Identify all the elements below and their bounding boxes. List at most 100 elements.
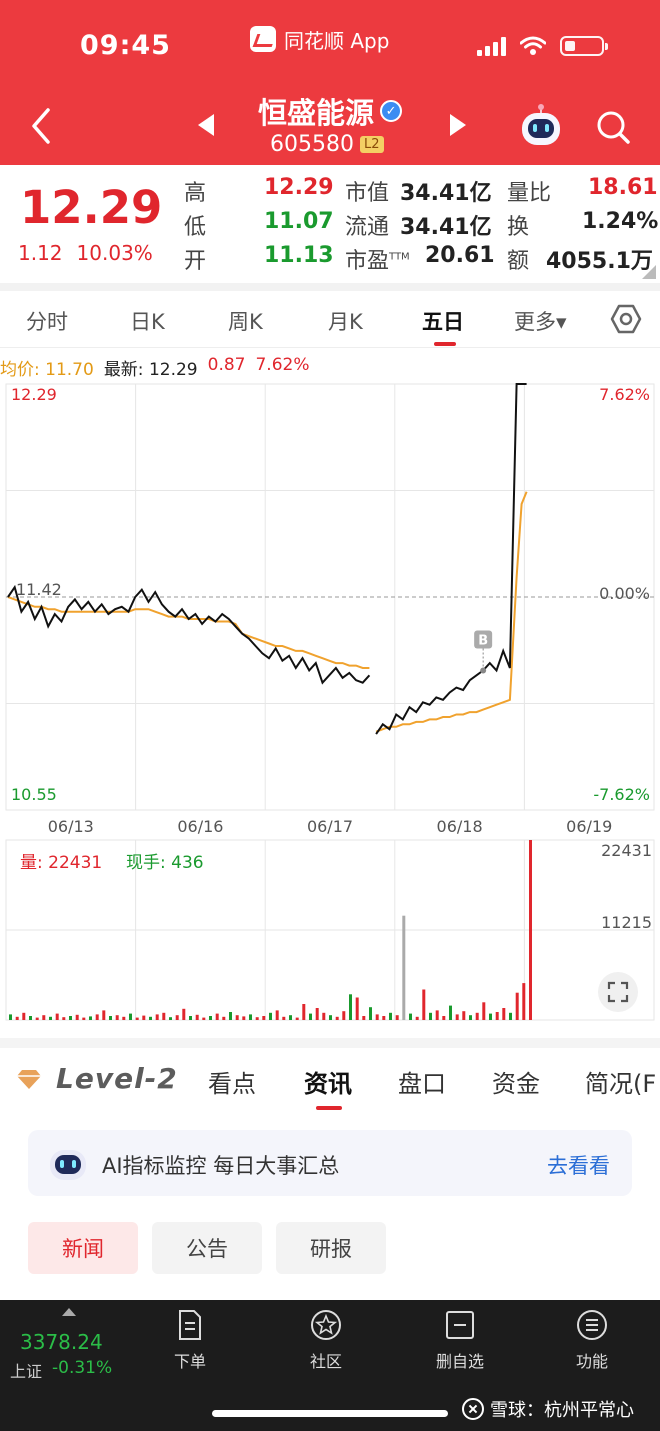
settings-hexagon-icon[interactable] xyxy=(610,303,642,335)
volume-bar xyxy=(215,1013,219,1020)
volume-bar xyxy=(109,1016,112,1020)
fullscreen-button[interactable] xyxy=(598,972,638,1012)
ai-banner-text: AI指标监控 每日大事汇总 xyxy=(102,1154,340,1178)
ai-banner[interactable]: AI指标监控 每日大事汇总 去看看 xyxy=(28,1130,632,1196)
tab-daily-k[interactable]: 日K xyxy=(130,306,165,336)
level2-badge: L2 xyxy=(359,136,384,153)
home-indicator[interactable] xyxy=(212,1410,448,1417)
quote-panel: 12.29 1.12 10.03% 高 12.29 低 11.07 开 11.1… xyxy=(0,165,660,283)
volume-bar xyxy=(429,1012,432,1020)
previous-stock-icon[interactable] xyxy=(194,112,218,138)
volume-bar xyxy=(182,1008,186,1020)
subtab-announcements[interactable]: 公告 xyxy=(152,1222,262,1274)
tab-intraday[interactable]: 分时 xyxy=(26,306,68,336)
volume-bar xyxy=(22,1012,26,1020)
tab-more[interactable]: 更多▾ xyxy=(514,306,567,336)
app-badge[interactable]: 同花顺 App xyxy=(250,24,389,54)
volume-bar xyxy=(489,1013,492,1020)
volume-bar xyxy=(349,994,352,1020)
quote-divider xyxy=(0,283,660,291)
nav-community-label: 社区 xyxy=(309,1352,342,1371)
app-name: 同花顺 App xyxy=(284,28,390,53)
ai-banner-link[interactable]: 去看看 xyxy=(547,1150,610,1180)
index-change: -0.31% xyxy=(52,1358,113,1378)
volume-bar xyxy=(355,997,359,1020)
x-tick-date: 06/19 xyxy=(566,817,612,836)
tab-monthly-k[interactable]: 月K xyxy=(328,306,363,336)
app-logo-icon xyxy=(250,26,276,52)
volume-bar xyxy=(295,1017,299,1020)
avg-price-label: 均价: 11.70 xyxy=(0,360,94,380)
x-tick-date: 06/13 xyxy=(48,817,94,836)
next-stock-icon[interactable] xyxy=(446,112,470,138)
volume-bar xyxy=(515,992,519,1020)
volume-bar xyxy=(175,1015,179,1020)
stock-code: 605580 L2 xyxy=(270,132,384,157)
y-tick-bottom: 10.55 xyxy=(11,785,57,804)
volume-ratio-label: 量比 xyxy=(507,181,552,206)
volume-bar xyxy=(35,1017,39,1020)
volume-bar xyxy=(449,1005,452,1020)
volume-bar xyxy=(462,1011,466,1020)
float-cap-value: 34.41亿 xyxy=(400,215,492,240)
search-icon[interactable] xyxy=(594,108,632,146)
change-amount: 1.12 xyxy=(18,241,63,265)
info-tab-underline xyxy=(316,1106,342,1110)
x-tick-date: 06/18 xyxy=(437,817,483,836)
amount-label: 额 xyxy=(507,249,530,274)
change-percent: 10.03% xyxy=(76,241,153,265)
volume-bar xyxy=(415,1016,419,1020)
nav-functions[interactable]: 功能 xyxy=(552,1308,632,1376)
subtab-news[interactable]: 新闻 xyxy=(28,1222,138,1274)
nav-order[interactable]: 下单 xyxy=(150,1308,230,1376)
pe-label: 市盈TTM xyxy=(345,243,410,275)
tab-five-day[interactable]: 五日 xyxy=(422,306,464,336)
ai-robot-icon xyxy=(50,1150,86,1180)
volume-bar xyxy=(329,1015,332,1020)
level2-tab[interactable]: Level-2 xyxy=(16,1062,178,1095)
diamond-icon xyxy=(17,1069,41,1089)
volume-bar xyxy=(342,1011,346,1020)
volume-bar xyxy=(395,1015,399,1020)
nav-remove-watchlist[interactable]: 删自选 xyxy=(420,1308,500,1376)
nav-community[interactable]: 社区 xyxy=(286,1308,366,1376)
expand-corner-icon[interactable] xyxy=(642,265,656,279)
volume-bar xyxy=(102,1010,106,1020)
volume-bar xyxy=(389,1012,392,1020)
tab-capital[interactable]: 资金 xyxy=(492,1064,540,1099)
volume-bar xyxy=(315,1008,319,1020)
stock-name: 恒盛能源 ✓ xyxy=(258,90,403,132)
subtab-research[interactable]: 研报 xyxy=(276,1222,386,1274)
tab-weekly-k[interactable]: 周K xyxy=(228,306,263,336)
ai-robot-icon[interactable] xyxy=(518,104,564,150)
volume-chart[interactable]: 量: 22431 现手: 436 22431 11215 xyxy=(0,836,660,1026)
low-value: 11.07 xyxy=(264,209,334,234)
tab-highlights[interactable]: 看点 xyxy=(208,1064,256,1099)
status-time: 09:45 xyxy=(80,30,171,61)
volume-bar xyxy=(202,1017,206,1020)
pe-ttm-sup: TTM xyxy=(389,251,410,263)
volume-bar xyxy=(422,989,426,1020)
volume-bar xyxy=(262,1016,266,1020)
volume-bar xyxy=(89,1016,92,1020)
current-hand-label: 现手: 436 xyxy=(126,853,204,873)
section-divider xyxy=(0,1038,660,1048)
xueqiu-logo-icon xyxy=(462,1398,484,1420)
volume-label: 量: 22431 xyxy=(20,853,102,873)
intraday-price-chart[interactable]: 12.29 11.42 10.55 7.62% 0.00% -7.62% 06/13 06/1… xyxy=(0,380,660,840)
high-label: 高 xyxy=(184,181,207,206)
volume-bar xyxy=(9,1014,12,1020)
app-header: 09:45 同花顺 App 恒盛能源 ✓ 605580 L2 xyxy=(0,0,660,165)
volume-bar xyxy=(95,1014,99,1020)
volume-bar xyxy=(469,1015,472,1020)
tab-news-info[interactable]: 资讯 xyxy=(304,1064,352,1099)
volume-bar xyxy=(435,1010,439,1020)
volume-bar xyxy=(142,1015,146,1020)
buy-marker-label: B xyxy=(478,633,488,648)
pe-label-text: 市盈 xyxy=(345,249,390,274)
volume-bar xyxy=(162,1012,166,1020)
tab-order-book[interactable]: 盘口 xyxy=(398,1064,446,1099)
volume-bar xyxy=(229,1012,232,1020)
tab-profile[interactable]: 简况(F xyxy=(585,1064,656,1099)
back-icon[interactable] xyxy=(22,104,62,148)
